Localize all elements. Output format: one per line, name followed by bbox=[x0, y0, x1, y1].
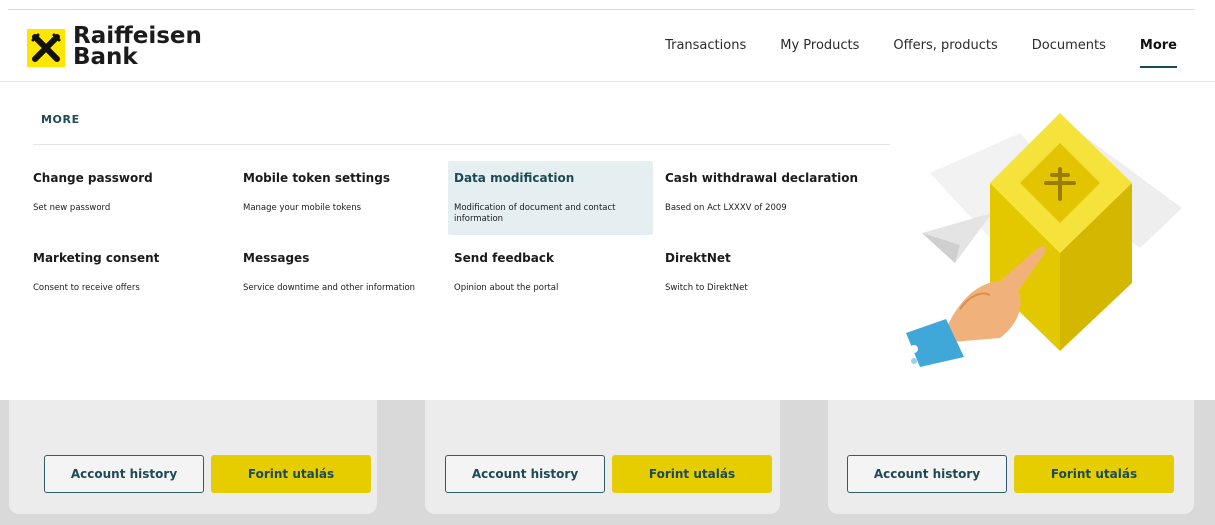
forint-transfer-button[interactable]: Forint utalás bbox=[211, 455, 371, 493]
nav-transactions[interactable]: Transactions bbox=[665, 38, 746, 53]
menu-item-desc: Consent to receive offers bbox=[33, 283, 140, 293]
menu-item-change-password[interactable]: Change password Set new password bbox=[33, 161, 238, 235]
menu-item-title: Mobile token settings bbox=[243, 171, 390, 185]
brand-name: Raiffeisen Bank bbox=[73, 25, 202, 70]
menu-item-desc: Opinion about the portal bbox=[454, 283, 559, 293]
menu-item-desc: Modification of document and contact inf… bbox=[454, 203, 616, 224]
menu-item-title: Send feedback bbox=[454, 251, 554, 265]
more-menu-panel: MORE Change password Set new password Mo… bbox=[0, 83, 1215, 400]
site-header: Raiffeisen Bank Transactions My Products… bbox=[0, 10, 1215, 82]
menu-item-desc: Service downtime and other information bbox=[243, 283, 416, 293]
menu-item-data-modification[interactable]: Data modification Modification of docume… bbox=[448, 161, 653, 235]
menu-item-mobile-token-settings[interactable]: Mobile token settings Manage your mobile… bbox=[243, 161, 448, 235]
menu-item-title: DirektNet bbox=[665, 251, 731, 265]
account-card-3: Account history Forint utalás bbox=[828, 400, 1194, 514]
menu-item-title: Data modification bbox=[454, 171, 575, 185]
menu-item-title: Messages bbox=[243, 251, 310, 265]
forint-transfer-button[interactable]: Forint utalás bbox=[612, 455, 772, 493]
nav-offers-products[interactable]: Offers, products bbox=[893, 38, 997, 53]
menu-item-title: Cash withdrawal declaration bbox=[665, 171, 859, 185]
menu-item-desc: Switch to DirektNet bbox=[665, 283, 748, 293]
account-history-button[interactable]: Account history bbox=[445, 455, 605, 493]
menu-item-marketing-consent[interactable]: Marketing consent Consent to receive off… bbox=[33, 241, 238, 315]
nav-more[interactable]: More bbox=[1139, 38, 1178, 68]
menu-item-direktnet[interactable]: DirektNet Switch to DirektNet bbox=[665, 241, 870, 315]
forint-transfer-button[interactable]: Forint utalás bbox=[1014, 455, 1174, 493]
menu-item-title: Marketing consent bbox=[33, 251, 160, 265]
main-nav: Transactions My Products Offers, product… bbox=[665, 38, 1178, 68]
nav-documents[interactable]: Documents bbox=[1032, 38, 1106, 53]
yellow-box-with-hand-illustration bbox=[900, 113, 1190, 393]
brand-name-line2: Bank bbox=[73, 44, 138, 70]
account-history-button[interactable]: Account history bbox=[847, 455, 1007, 493]
menu-divider bbox=[33, 144, 890, 145]
account-history-button[interactable]: Account history bbox=[44, 455, 204, 493]
nav-my-products[interactable]: My Products bbox=[780, 38, 859, 53]
menu-item-desc: Set new password bbox=[33, 203, 111, 213]
menu-item-desc: Manage your mobile tokens bbox=[243, 203, 362, 213]
menu-item-cash-withdrawal-declaration[interactable]: Cash withdrawal declaration Based on Act… bbox=[665, 161, 885, 235]
account-card-2: Account history Forint utalás bbox=[425, 400, 780, 514]
raiffeisen-cross-icon bbox=[27, 29, 65, 67]
menu-title: MORE bbox=[41, 113, 80, 126]
menu-item-title: Change password bbox=[33, 171, 153, 185]
menu-item-send-feedback[interactable]: Send feedback Opinion about the portal bbox=[454, 241, 659, 315]
menu-item-desc: Based on Act LXXXV of 2009 bbox=[665, 203, 787, 213]
account-card-1: Account history Forint utalás bbox=[9, 400, 377, 514]
menu-item-messages[interactable]: Messages Service downtime and other info… bbox=[243, 241, 448, 315]
